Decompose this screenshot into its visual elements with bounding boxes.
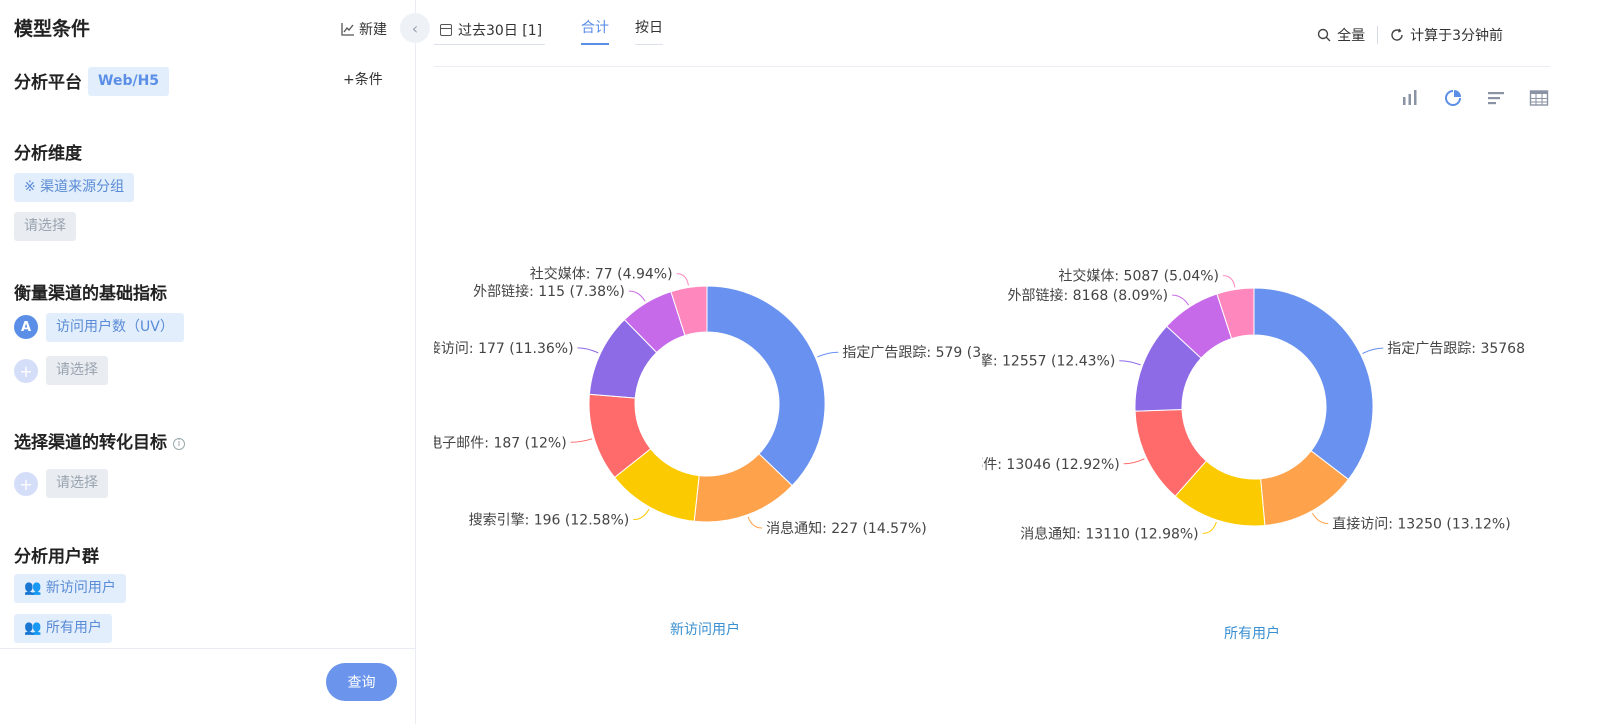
usergroup-title: 分析用户群 [14, 547, 99, 567]
dimension-title: 分析维度 [14, 144, 82, 164]
date-range-label: 过去30日 [1] [458, 22, 543, 39]
model-conditions-panel: 模型条件 新建 分析平台 Web/H5 +条件 分析维度 ※ 渠道来源分组 请选… [0, 0, 416, 724]
slice-label: 搜索引擎: 196 (12.58%) [469, 512, 630, 529]
donut-chart-1: 指定广告跟踪: 35768 直接访问: 13250 (13.12%) 消息通知: 1… [965, 268, 1525, 543]
label-line [817, 351, 839, 358]
donut-chart-0: 指定广告跟踪: 579 (3 消息通知: 227 (14.57%) 搜索引擎: 19… [434, 266, 981, 537]
dimension-select[interactable]: 请选择 [14, 212, 76, 241]
pie-slice[interactable] [1253, 287, 1374, 481]
usergroup-tag-all[interactable]: 👥 所有用户 [14, 614, 112, 643]
refresh-icon[interactable] [1390, 28, 1404, 42]
label-line [628, 290, 646, 302]
platform-label: 分析平台 [14, 73, 82, 93]
chart-title-new-users: 新访问用户 [670, 622, 740, 638]
metric-title: 衡量渠道的基础指标 [14, 284, 167, 304]
label-line [747, 516, 763, 529]
dimension-tag[interactable]: ※ 渠道来源分组 [14, 173, 135, 202]
info-icon[interactable]: i [173, 438, 185, 450]
add-target-icon[interactable]: + [14, 472, 38, 496]
label-line [577, 347, 599, 354]
computed-time: 计算于3分钟前 [1410, 28, 1503, 44]
slice-label: 外部链接: 115 (7.38%) [473, 283, 625, 300]
metric-select[interactable]: 请选择 [46, 356, 108, 385]
usergroup-tag-new[interactable]: 👥 新访问用户 [14, 574, 126, 603]
slice-label: 指定广告跟踪: 35768 [1387, 341, 1525, 357]
metric-tag[interactable]: 访问用户数（UV） [46, 313, 184, 342]
slice-label: 消息通知: 13110 (12.98%) [1020, 525, 1198, 542]
panel-title: 模型条件 [14, 18, 91, 40]
date-range-picker[interactable]: 过去30日 [1] [434, 15, 545, 45]
collapse-panel-button[interactable]: ‹ [400, 13, 430, 43]
usergroup-label: 新访问用户 [45, 580, 116, 596]
horizontal-bar-icon[interactable] [1486, 88, 1506, 108]
label-line [1123, 458, 1145, 465]
slice-label: 电子邮件: 187 (12%) [434, 435, 567, 451]
calendar-icon [440, 23, 452, 36]
slice-label: 消息通知: 227 (14.57%) [766, 520, 927, 537]
query-button[interactable]: 查询 [326, 663, 397, 701]
metric-badge: A [14, 315, 38, 339]
user-icon: 👥 [24, 620, 42, 636]
divider [1377, 26, 1379, 44]
search-icon [1317, 28, 1331, 42]
label-line [1172, 294, 1190, 306]
slice-label: 接访问: 177 (11.36%) [434, 340, 574, 357]
toolbar: 过去30日 [1] 合计 按日 全量 计算于3分钟前 [434, 0, 1550, 67]
usergroup-label: 所有用户 [45, 620, 102, 636]
donut-charts: 指定广告跟踪: 579 (3 消息通知: 227 (14.57%) 搜索引擎: 19… [434, 266, 1525, 543]
user-icon: 👥 [24, 580, 42, 596]
table-icon[interactable] [1529, 88, 1549, 108]
slice-label: 直接访问: 13250 (13.12%) [1332, 515, 1510, 532]
tab-total[interactable]: 合计 [581, 17, 609, 45]
label-line [1202, 521, 1217, 534]
tab-daily[interactable]: 按日 [635, 17, 663, 45]
target-title: 选择渠道的转化目标 i [14, 428, 185, 453]
new-button[interactable]: 新建 [341, 19, 387, 39]
chart-new-icon [341, 23, 354, 36]
add-metric-icon[interactable]: + [14, 359, 38, 383]
slice-label: 引擎: 12557 (12.43%) [965, 354, 1115, 370]
chart-title-all-users: 所有用户 [1224, 626, 1280, 642]
add-condition-button[interactable]: +条件 [343, 69, 383, 89]
label-line [570, 438, 593, 443]
slice-label: 部件: 13046 (12.92%) [969, 457, 1119, 473]
label-line [633, 508, 650, 521]
label-line [1223, 275, 1236, 288]
label-line [1119, 360, 1141, 366]
scope-button[interactable]: 全量 [1337, 25, 1365, 45]
target-select[interactable]: 请选择 [46, 469, 108, 498]
slice-label: 社交媒体: 77 (4.94%) [530, 266, 673, 283]
label-line [676, 273, 689, 286]
platform-tag[interactable]: Web/H5 [88, 67, 170, 96]
bar-chart-icon[interactable] [1400, 88, 1420, 108]
slice-label: 社交媒体: 5087 (5.04%) [1058, 268, 1219, 285]
slice-label: 外部链接: 8168 (8.09%) [1008, 287, 1169, 304]
label-line [1362, 347, 1384, 354]
pie-chart-icon[interactable] [1443, 88, 1463, 108]
target-title-text: 选择渠道的转化目标 [14, 433, 167, 453]
toolbar-right: 全量 计算于3分钟前 [1317, 25, 1503, 45]
pie-slice[interactable] [706, 285, 826, 487]
new-button-label: 新建 [359, 22, 387, 38]
label-line [1311, 512, 1329, 524]
slice-label: 指定广告跟踪: 579 (3 [842, 345, 981, 361]
